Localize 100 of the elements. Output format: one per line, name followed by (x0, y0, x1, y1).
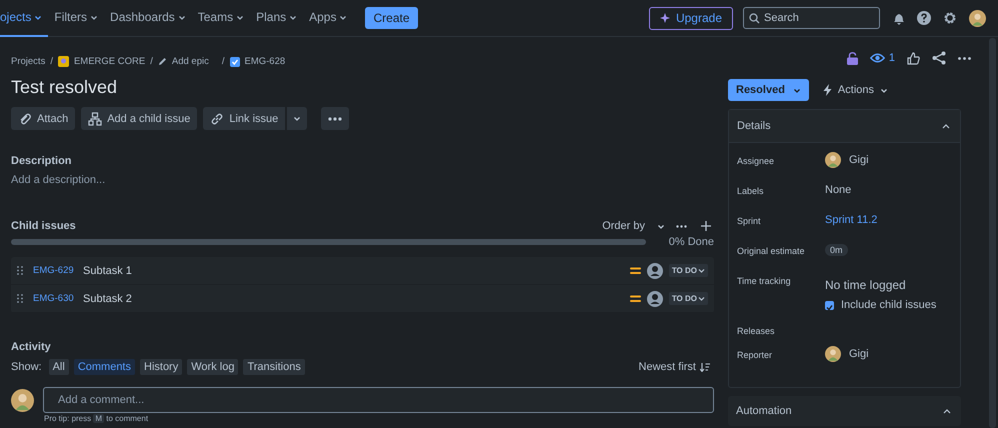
breadcrumb-separator: / (150, 56, 153, 67)
nav-menu-item[interactable]: Plans (250, 0, 304, 36)
status-dropdown[interactable]: TO DO (668, 264, 708, 277)
field-label: Reporter (737, 349, 774, 360)
avatar-icon[interactable] (11, 388, 34, 412)
field-label: Sprint (737, 215, 762, 226)
details-header[interactable]: Details (729, 110, 960, 143)
toolbar-button[interactable]: Link issue (203, 107, 286, 130)
checkmark-icon (826, 304, 833, 310)
chevron-down-icon (880, 86, 888, 94)
chevron-down-icon (178, 14, 186, 20)
more-icon[interactable] (676, 224, 687, 228)
breadcrumb-separator: / (50, 56, 53, 67)
plus-icon[interactable] (701, 221, 711, 231)
toolbar-button[interactable]: Attach (11, 107, 76, 130)
breadcrumb-link[interactable]: EMERGE CORE (58, 56, 146, 67)
activity-filter-tab[interactable]: Comments (74, 359, 135, 375)
breadcrumb-separator: / (222, 56, 224, 67)
checkbox-icon (230, 56, 240, 66)
create-button[interactable]: Create (365, 7, 418, 29)
field-label: Assignee (737, 155, 776, 166)
field-value[interactable]: None (825, 179, 960, 201)
chevron-down-icon (698, 296, 705, 302)
field-label: Original estimate (737, 245, 806, 256)
nav-menu-item[interactable]: Apps (303, 0, 354, 36)
description-placeholder[interactable]: Add a description... (11, 174, 714, 186)
drag-handle-icon[interactable] (17, 266, 23, 275)
field-label: Time tracking (737, 275, 792, 286)
comment-field[interactable]: Add a comment... (43, 387, 714, 413)
automation-header[interactable]: Automation (728, 396, 961, 426)
project-icon (58, 56, 69, 67)
activity-filter-tab[interactable]: Work log (187, 359, 238, 375)
actions-button[interactable]: Actions (822, 84, 888, 96)
bell-icon[interactable] (892, 12, 905, 24)
chevron-down-icon (293, 115, 302, 122)
thumbs-up-icon[interactable] (907, 52, 920, 64)
chevron-up-icon (942, 122, 950, 130)
activity-filter-tab[interactable]: All (48, 359, 69, 375)
padlock-icon[interactable] (846, 52, 858, 64)
estimate-chip[interactable]: 0m (825, 244, 848, 256)
issue-title[interactable]: Test resolved (11, 77, 714, 98)
order-by-button[interactable]: Order by (602, 220, 665, 232)
settings-icon[interactable] (943, 11, 957, 25)
search-field[interactable]: Search (743, 7, 880, 29)
paperclip-icon (18, 112, 32, 126)
nav-menu-item[interactable]: Dashboards (104, 0, 192, 36)
user-name[interactable]: Gigi (849, 348, 869, 360)
checkbox[interactable] (825, 300, 834, 310)
nav-menu-item[interactable]: Teams (192, 0, 250, 36)
more-button[interactable] (321, 107, 350, 130)
activity-filter-tab[interactable]: Transitions (243, 359, 305, 375)
avatar-icon[interactable] (646, 290, 663, 306)
progress-label: 0% Done (668, 236, 714, 248)
panel-heading: Details (737, 120, 771, 132)
sort-button[interactable]: Newest first (634, 361, 714, 373)
avatar-icon[interactable] (825, 152, 841, 168)
share-icon[interactable] (932, 51, 946, 65)
drag-handle-icon[interactable] (17, 294, 23, 303)
priority-medium-icon (630, 266, 641, 274)
search-icon (749, 12, 760, 24)
help-icon[interactable] (917, 11, 931, 25)
issue-key-link[interactable]: EMG-630 (33, 293, 77, 304)
chevron-down-icon (289, 14, 298, 20)
issue-key-link[interactable]: EMG-629 (33, 265, 77, 276)
status-button[interactable]: Resolved (728, 79, 809, 101)
activity-filter-tab[interactable]: History (140, 359, 182, 375)
section-heading: Child issues (11, 220, 77, 232)
chevron-up-icon (943, 408, 951, 414)
pencil-icon (158, 57, 167, 66)
section-heading: Description (11, 155, 73, 167)
breadcrumb-link[interactable]: Add epic (158, 56, 209, 67)
avatar-icon[interactable] (646, 262, 663, 278)
breadcrumb-link[interactable]: Projects (11, 56, 46, 67)
field-value[interactable]: No time logged (825, 278, 960, 292)
status-dropdown[interactable]: TO DO (668, 292, 708, 305)
chevron-down-icon (698, 268, 705, 274)
sparkle-icon (660, 12, 671, 24)
watch-button[interactable]: 1 (870, 52, 895, 64)
hierarchy-icon (88, 112, 102, 126)
section-heading: Activity (11, 341, 52, 353)
more-icon[interactable] (958, 56, 971, 60)
breadcrumb-link[interactable]: EMG-628 (230, 56, 286, 67)
nav-menu-item[interactable]: Filters (48, 0, 104, 36)
toolbar-button[interactable]: Add a child issue (81, 107, 198, 130)
chevron-down-icon (34, 14, 42, 20)
avatar-icon[interactable] (969, 10, 986, 26)
pro-tip-text: Pro tip: press M to comment (44, 414, 150, 423)
chevron-down-icon (657, 222, 665, 230)
sprint-link[interactable]: Sprint 11.2 (825, 209, 960, 231)
nav-menu-item[interactable]: ojects (0, 0, 48, 36)
more-icon (328, 116, 342, 120)
filter-label: Show: (11, 361, 42, 373)
issue-summary[interactable]: Subtask 1 (83, 264, 624, 276)
issue-summary[interactable]: Subtask 2 (83, 292, 624, 304)
field-label: Labels (737, 185, 765, 196)
dropdown-button[interactable] (286, 107, 308, 130)
avatar-icon[interactable] (825, 346, 841, 362)
chevron-down-icon (236, 14, 244, 20)
upgrade-button[interactable]: Upgrade (648, 6, 733, 30)
user-name[interactable]: Gigi (849, 154, 869, 166)
